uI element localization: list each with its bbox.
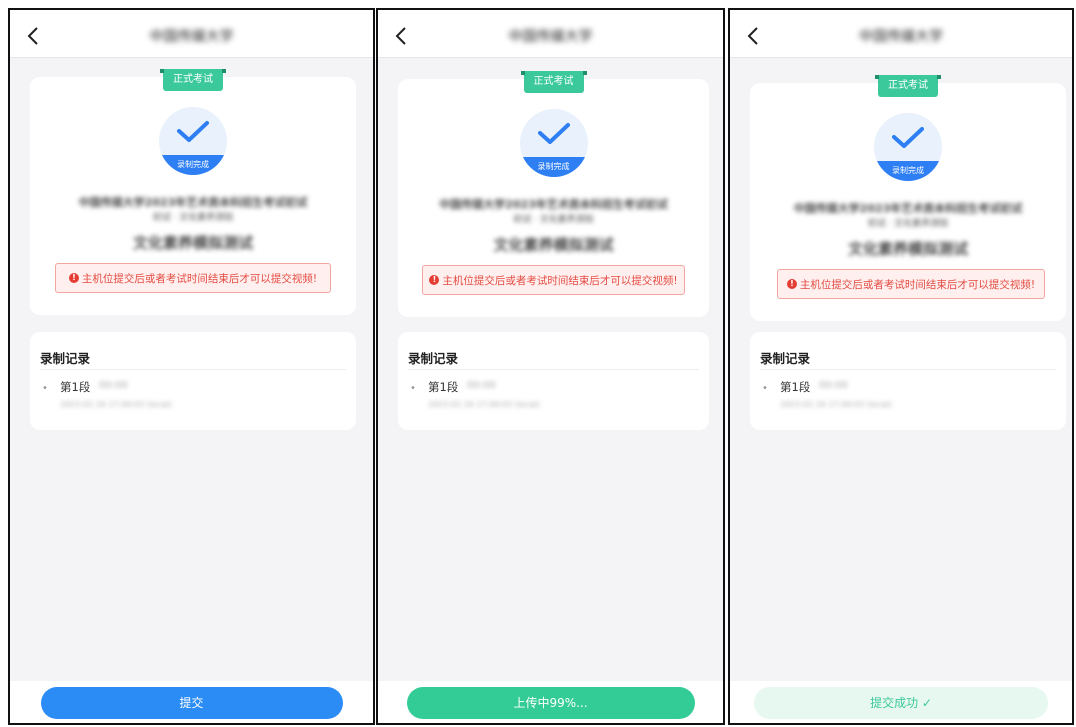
record-complete-circle: 录制完成: [874, 113, 942, 181]
records-card: 录制记录 • 第1段 00:00 2023.02.16 17:00:03 (lo…: [750, 332, 1066, 430]
exam-title-line1: 中国传媒大学2023年艺术类本科招生考试初试: [793, 202, 1023, 215]
bottom-bar: 上传中99%...: [378, 681, 723, 723]
phone-screen-1: 中国传媒大学 正式考试 录制完成 中国传媒大学2023年艺术类本科招生考试初试 …: [8, 8, 375, 725]
segment-time: 2023.02.16 17:00:03 (local): [780, 400, 892, 409]
record-status-label: 录制完成: [159, 155, 227, 175]
records-title: 录制记录: [40, 351, 91, 366]
record-status-label: 录制完成: [519, 157, 588, 177]
exam-title-line2: 初试 · 文化素养测验: [152, 213, 234, 223]
back-arrow-icon[interactable]: [390, 24, 414, 48]
bullet-icon: •: [762, 383, 768, 394]
segment-time: 2023.02.16 17:00:03 (local): [428, 400, 540, 409]
formal-exam-badge: 正式考试: [520, 71, 587, 93]
uploading-button[interactable]: 上传中99%...: [406, 687, 695, 719]
segment-duration: 00:00: [467, 380, 496, 391]
warning-icon: !: [68, 273, 79, 283]
checkmark-icon: [892, 127, 924, 148]
segment-label[interactable]: 第1段: [780, 379, 810, 395]
segment-time: 2023.02.16 17:00:03 (local): [60, 400, 172, 409]
segment-label[interactable]: 第1段: [428, 379, 458, 395]
segment-duration: 00:00: [99, 380, 128, 391]
bottom-bar: 提交成功 ✓: [730, 681, 1072, 723]
formal-exam-badge: 正式考试: [160, 69, 226, 91]
warning-text: 主机位提交后或者考试时间结束后才可以提交视频!: [81, 272, 318, 285]
warning-icon: !: [786, 279, 797, 289]
exam-title-line2: 初试 · 文化素养测验: [513, 215, 594, 225]
warning-box: ! 主机位提交后或者考试时间结束后才可以提交视频!: [777, 269, 1045, 299]
bottom-bar: 提交: [10, 681, 373, 723]
records-card: 录制记录 • 第1段 00:00 2023.02.16 17:00:03 (lo…: [398, 332, 709, 430]
segment-duration: 00:00: [819, 380, 848, 391]
divider: [40, 369, 346, 370]
divider: [760, 369, 1056, 370]
records-title: 录制记录: [760, 351, 811, 366]
exam-card: 正式考试 录制完成 中国传媒大学2023年艺术类本科招生考试初试 初试 · 文化…: [398, 71, 709, 317]
checkmark-icon: [537, 123, 570, 144]
back-arrow-icon[interactable]: [22, 24, 46, 48]
back-arrow-icon[interactable]: [742, 24, 766, 48]
formal-exam-badge: 正式考试: [875, 75, 941, 97]
exam-title-line1: 中国传媒大学2023年艺术类本科招生考试初试: [78, 196, 308, 209]
checkmark-icon: [177, 121, 209, 142]
exam-name: 文化素养模拟测试: [493, 236, 614, 254]
record-complete-circle: 录制完成: [159, 107, 227, 175]
record-complete-circle: 录制完成: [519, 109, 588, 177]
warning-box: ! 主机位提交后或者考试时间结束后才可以提交视频!: [422, 265, 685, 295]
exam-card: 正式考试 录制完成 中国传媒大学2023年艺术类本科招生考试初试 初试 · 文化…: [30, 69, 356, 315]
nav-title: 中国传媒大学: [508, 29, 593, 45]
exam-card: 正式考试 录制完成 中国传媒大学2023年艺术类本科招生考试初试 初试 · 文化…: [750, 75, 1066, 321]
phone-screen-3: 中国传媒大学 正式考试 录制完成 中国传媒大学2023年艺术类本科招生考试初试 …: [728, 8, 1074, 725]
exam-title-line1: 中国传媒大学2023年艺术类本科招生考试初试: [439, 198, 668, 211]
exam-name: 文化素养模拟测试: [847, 240, 969, 258]
warning-text: 主机位提交后或者考试时间结束后才可以提交视频!: [442, 274, 678, 287]
nav-title: 中国传媒大学: [859, 29, 943, 45]
records-card: 录制记录 • 第1段 00:00 2023.02.16 17:00:03 (lo…: [30, 332, 356, 430]
warning-text: 主机位提交后或者考试时间结束后才可以提交视频!: [799, 278, 1036, 291]
bullet-icon: •: [410, 383, 416, 394]
nav-bar: 中国传媒大学: [730, 10, 1072, 58]
divider: [408, 369, 699, 370]
nav-bar: 中国传媒大学: [10, 10, 373, 58]
exam-name: 文化素养模拟测试: [132, 234, 254, 252]
submit-success-button: 提交成功 ✓: [754, 687, 1048, 719]
segment-label[interactable]: 第1段: [60, 379, 90, 395]
warning-box: ! 主机位提交后或者考试时间结束后才可以提交视频!: [55, 263, 331, 293]
phone-screen-2: 中国传媒大学 正式考试 录制完成 中国传媒大学2023年艺术类本科招生考试初试 …: [376, 8, 725, 725]
warning-icon: !: [429, 275, 440, 285]
bullet-icon: •: [42, 383, 48, 394]
nav-bar: 中国传媒大学: [378, 10, 723, 58]
submit-button[interactable]: 提交: [40, 687, 343, 719]
exam-title-line2: 初试 · 文化素养测验: [867, 219, 949, 229]
record-status-label: 录制完成: [874, 161, 942, 181]
records-title: 录制记录: [408, 351, 459, 366]
nav-title: 中国传媒大学: [149, 29, 234, 45]
